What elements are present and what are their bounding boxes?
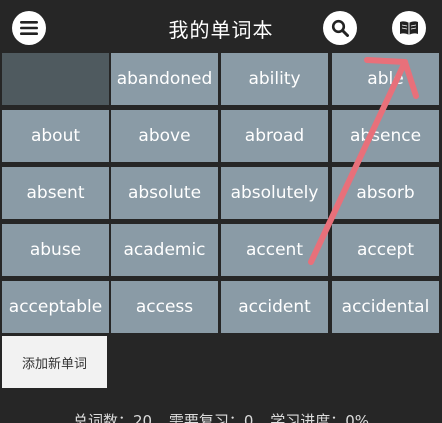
word-tile[interactable] [2,53,109,105]
word-tile[interactable]: abroad [221,110,328,162]
app-screen: 我的单词本 abandoned ability able about above… [0,0,442,423]
word-tile[interactable]: abuse [2,224,109,276]
word-tile[interactable]: academic [111,224,218,276]
word-tile[interactable]: access [111,281,218,333]
word-tile[interactable]: accent [221,224,328,276]
open-book-icon [400,21,418,35]
word-tile[interactable]: acceptable [2,281,109,333]
word-tile[interactable]: accident [221,281,328,333]
word-tile[interactable]: accidental [332,281,439,333]
learning-progress-stat: 学习进度：0% [270,412,369,423]
search-icon [331,19,349,37]
total-words-stat: 总词数：20 [72,412,153,423]
word-tile[interactable]: about [2,110,109,162]
word-tile[interactable]: absolute [111,167,218,219]
word-tile[interactable]: absolutely [221,167,328,219]
word-tile[interactable]: accept [332,224,439,276]
search-button[interactable] [323,11,357,45]
word-tile[interactable]: above [111,110,218,162]
review-needed-stat: 需要复习：0 [168,412,254,423]
wordbook-button[interactable] [392,11,426,45]
add-word-button[interactable]: 添加新单词 [2,336,107,388]
word-tile[interactable]: absorb [332,167,439,219]
word-tile[interactable]: absence [332,110,439,162]
stats-bar: 总词数：20 需要复习：0 学习进度：0% [0,410,442,423]
word-tile[interactable]: absent [2,167,109,219]
word-tile[interactable]: abandoned [111,53,218,105]
word-tile[interactable]: able [332,53,439,105]
word-tile[interactable]: ability [221,53,328,105]
page-title: 我的单词本 [168,18,274,42]
header-bar: 我的单词本 [0,0,442,54]
